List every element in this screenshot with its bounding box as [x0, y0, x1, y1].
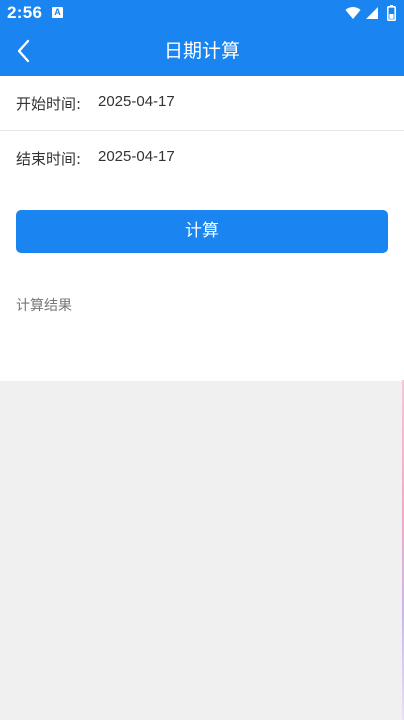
form-card: 开始时间: 2025-04-17 结束时间: 2025-04-17 计算 计算结… [0, 76, 404, 381]
wifi-icon [345, 7, 361, 20]
result-label: 计算结果 [16, 298, 72, 314]
app-bar: 日期计算 [0, 26, 404, 76]
date-calculator-screen: 2:56 A 日期计算 开始时间: 2025-04-17 结束时间: 2025-… [0, 0, 404, 720]
battery-icon [387, 5, 396, 21]
status-bar: 2:56 A [0, 0, 404, 26]
page-title: 日期计算 [163, 40, 240, 62]
calculate-button[interactable]: 计算 [16, 210, 388, 253]
back-button[interactable] [10, 34, 42, 68]
start-time-row: 开始时间: 2025-04-17 [0, 76, 404, 130]
start-date-field[interactable]: 2025-04-17 [98, 93, 175, 110]
end-time-label: 结束时间: [16, 150, 82, 168]
end-time-row: 结束时间: 2025-04-17 [0, 131, 404, 185]
signal-icon [366, 7, 378, 19]
start-time-label: 开始时间: [16, 95, 82, 113]
chevron-left-icon [17, 39, 30, 63]
notification-a-letter: A [54, 7, 61, 17]
end-date-field[interactable]: 2025-04-17 [98, 148, 175, 165]
notification-a-icon: A [52, 7, 63, 18]
status-time: 2:56 [7, 3, 43, 22]
